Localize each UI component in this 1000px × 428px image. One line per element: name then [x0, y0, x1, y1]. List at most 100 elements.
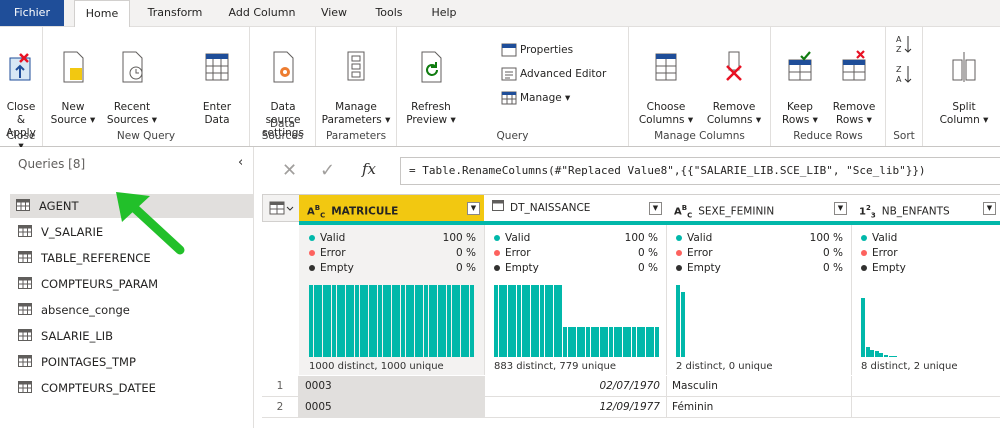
distribution-bar[interactable] — [322, 285, 327, 357]
table-cell[interactable]: Féminin — [666, 397, 852, 417]
distribution-bar[interactable] — [641, 326, 646, 357]
table-cell[interactable] — [851, 376, 1000, 396]
tab-help[interactable]: Help — [424, 0, 464, 26]
distribution-bar[interactable] — [517, 285, 521, 357]
distribution-bar[interactable] — [318, 285, 323, 357]
distribution-bar[interactable] — [503, 285, 508, 357]
column-type-icon[interactable]: ABC — [674, 195, 692, 221]
distribution-bar[interactable] — [567, 326, 572, 357]
table-cell[interactable]: 02/07/1970 — [484, 376, 667, 396]
distribution-bar[interactable] — [327, 285, 332, 357]
sort-ascending-button[interactable]: AZ — [892, 33, 916, 59]
distribution-bar[interactable] — [893, 355, 898, 357]
distribution-bar[interactable] — [544, 285, 549, 357]
distribution-bar[interactable] — [599, 326, 604, 357]
distribution-bar[interactable] — [437, 285, 442, 357]
distribution-bar[interactable] — [345, 285, 350, 357]
distribution-bar[interactable] — [387, 285, 392, 357]
distribution-bar[interactable] — [456, 285, 461, 357]
manage-button[interactable]: Manage ▾ — [501, 89, 570, 107]
choose-columns-button[interactable]: Choose Columns ▾ — [633, 35, 699, 127]
properties-button[interactable]: Properties — [501, 41, 573, 59]
distribution-bar[interactable] — [590, 326, 595, 357]
query-item[interactable]: COMPTEURS_DATEE — [12, 376, 242, 400]
distribution-bar[interactable] — [888, 355, 893, 357]
formula-input[interactable]: = Table.RenameColumns(#"Replaced Value8"… — [400, 157, 1000, 185]
distribution-bar[interactable] — [572, 326, 577, 357]
distribution-bar[interactable] — [521, 285, 526, 357]
table-menu-button[interactable] — [262, 194, 300, 222]
enter-data-button[interactable]: Enter Data — [193, 35, 241, 127]
split-column-button[interactable]: Split Column ▾ — [933, 35, 995, 127]
filter-dropdown-icon[interactable]: ▼ — [467, 202, 480, 215]
distribution-bar[interactable] — [553, 285, 558, 357]
distribution-bar[interactable] — [879, 353, 884, 357]
distribution-bar[interactable] — [865, 346, 870, 357]
distribution-bar[interactable] — [632, 326, 636, 357]
filter-dropdown-icon[interactable]: ▼ — [649, 202, 662, 215]
distribution-bar[interactable] — [581, 326, 586, 357]
distribution-bar[interactable] — [368, 285, 373, 357]
distribution-bar[interactable] — [313, 285, 318, 357]
table-cell[interactable]: 0003 — [299, 376, 485, 396]
distribution-bar[interactable] — [636, 326, 641, 357]
column-header[interactable]: ABC MATRICULE ▼ — [299, 194, 485, 222]
distribution-bar[interactable] — [424, 285, 428, 357]
distribution-bar[interactable] — [341, 285, 346, 357]
distribution-bar[interactable] — [586, 326, 590, 357]
remove-rows-button[interactable]: Remove Rows ▾ — [827, 35, 881, 127]
manage-parameters-button[interactable]: Manage Parameters ▾ — [320, 35, 392, 127]
query-item[interactable]: SALARIE_LIB — [12, 324, 242, 348]
column-header[interactable]: ABC SEXE_FEMININ ▼ — [666, 194, 852, 222]
distribution-bar[interactable] — [391, 285, 396, 357]
distribution-bar[interactable] — [401, 285, 405, 357]
refresh-preview-button[interactable]: Refresh Preview ▾ — [399, 35, 463, 127]
distribution-bar[interactable] — [433, 285, 438, 357]
distribution-bar[interactable] — [645, 326, 650, 357]
tab-tools[interactable]: Tools — [366, 0, 412, 26]
distribution-bar[interactable] — [861, 297, 865, 357]
table-cell[interactable]: 0005 — [299, 397, 485, 417]
table-cell[interactable]: Masculin — [666, 376, 852, 396]
distribution-bar[interactable] — [419, 285, 424, 357]
keep-rows-button[interactable]: Keep Rows ▾ — [775, 35, 825, 127]
column-header[interactable]: 123 NB_ENFANTS ▼ — [851, 194, 1000, 222]
distribution-bar[interactable] — [613, 326, 618, 357]
distribution-bar[interactable] — [414, 285, 419, 357]
distribution-bar[interactable] — [512, 285, 517, 357]
distribution-bar[interactable] — [396, 285, 401, 357]
distribution-bar[interactable] — [507, 285, 512, 357]
column-header[interactable]: DT_NAISSANCE ▼ — [484, 194, 667, 222]
tab-transform[interactable]: Transform — [140, 0, 210, 26]
table-cell[interactable] — [851, 397, 1000, 417]
check-icon[interactable]: ✓ — [320, 160, 335, 181]
cancel-icon[interactable]: ✕ — [282, 160, 297, 181]
distribution-bar[interactable] — [470, 285, 474, 357]
collapse-pane-icon[interactable]: ‹ — [238, 155, 243, 170]
distribution-bar[interactable] — [350, 285, 355, 357]
distribution-bar[interactable] — [870, 349, 875, 357]
tab-add-column[interactable]: Add Column — [222, 0, 302, 26]
distribution-bar[interactable] — [359, 285, 364, 357]
distribution-bar[interactable] — [451, 285, 456, 357]
distribution-bar[interactable] — [494, 285, 498, 357]
distribution-bar[interactable] — [498, 285, 503, 357]
new-source-button[interactable]: New Source ▾ — [47, 35, 99, 127]
distribution-bar[interactable] — [604, 326, 609, 357]
distribution-bar[interactable] — [447, 285, 451, 357]
query-item[interactable]: COMPTEURS_PARAM — [12, 272, 242, 296]
distribution-bar[interactable] — [884, 354, 888, 357]
distribution-bar[interactable] — [332, 285, 336, 357]
distribution-bar[interactable] — [618, 326, 623, 357]
distribution-bar[interactable] — [410, 285, 415, 357]
table-row[interactable]: 1 0003 02/07/1970 Masculin — [262, 376, 1000, 397]
distribution-bar[interactable] — [655, 326, 659, 357]
filter-dropdown-icon[interactable]: ▼ — [983, 202, 996, 215]
distribution-bar[interactable] — [382, 285, 387, 357]
distribution-bar[interactable] — [563, 326, 567, 357]
column-type-icon[interactable]: ABC — [307, 195, 325, 221]
distribution-bar[interactable] — [309, 285, 313, 357]
distribution-bar[interactable] — [530, 285, 535, 357]
fx-icon[interactable]: fx — [362, 160, 376, 178]
distribution-bar[interactable] — [549, 285, 554, 357]
